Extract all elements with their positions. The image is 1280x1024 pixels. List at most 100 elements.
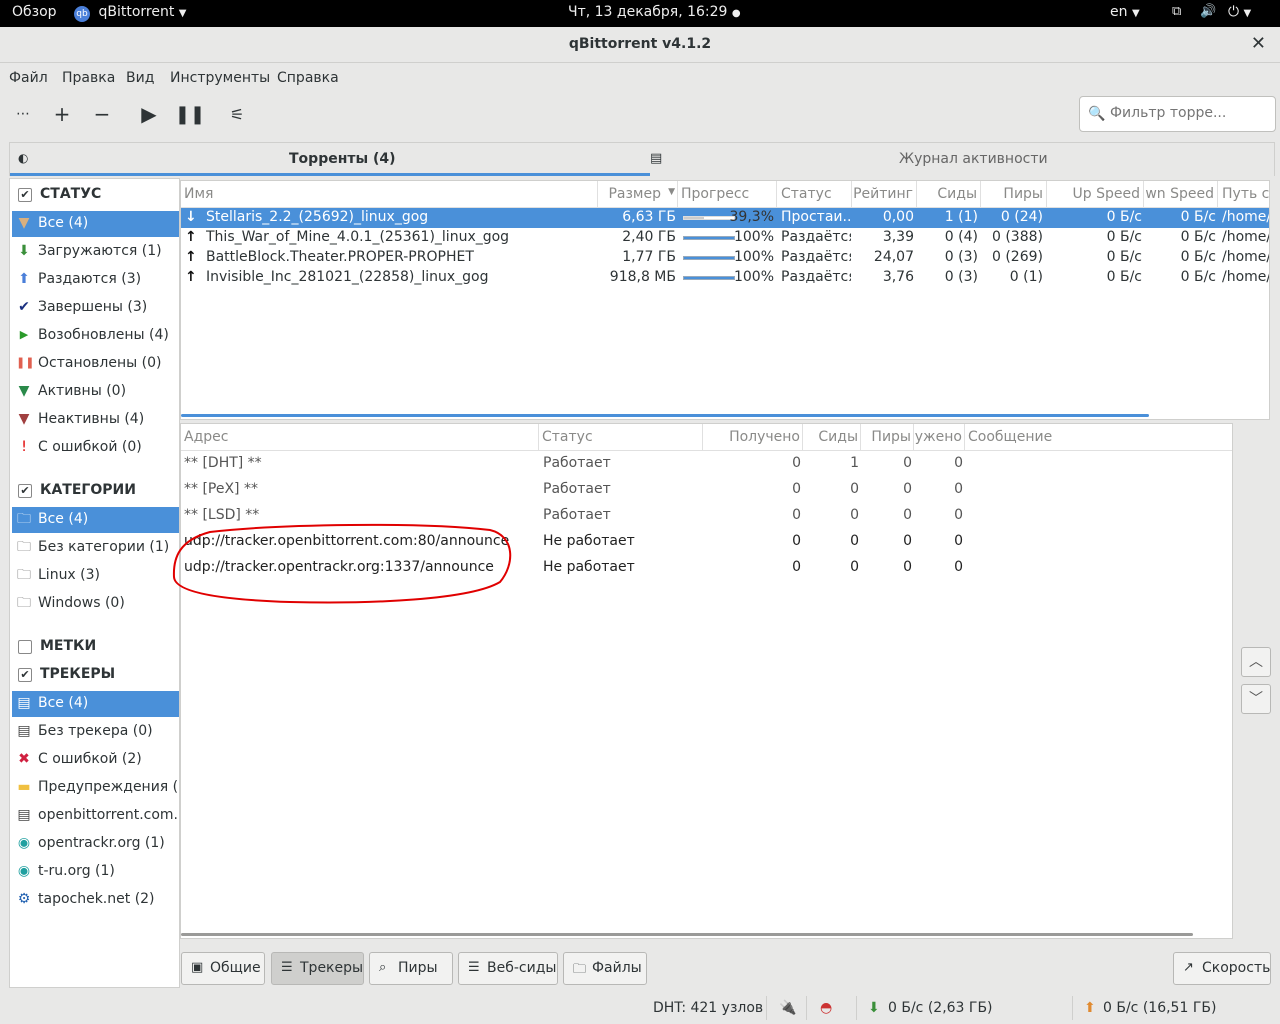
torrent-down-speed: 0 Б/с bbox=[1180, 209, 1216, 225]
sidebar-status-item[interactable]: ❚❚ Остановлены (0) bbox=[12, 351, 179, 377]
col-received[interactable]: Получено bbox=[703, 424, 803, 451]
menu-edit[interactable]: Правка bbox=[62, 70, 115, 86]
tracker-row[interactable]: ** [PeX] ** Работает 0 0 0 0 bbox=[181, 477, 1232, 503]
torrent-seeds: 0 (3) bbox=[944, 249, 978, 265]
tab-general[interactable]: ▣ Общие bbox=[181, 952, 265, 985]
sidebar-tracker-item[interactable]: ⚙ tapochek.net (2) bbox=[12, 887, 179, 913]
torrent-row[interactable]: ↑ BattleBlock.Theater.PROPER-PROPHET 1,77 … bbox=[181, 248, 1269, 268]
sidebar-category-item[interactable]: 🗀 Linux (3) bbox=[12, 563, 179, 589]
torrent-row[interactable]: ↑ This_War_of_Mine_4.0.1_(25361)_linux_go… bbox=[181, 228, 1269, 248]
clock[interactable]: Чт, 13 декабря, 16:29 ● bbox=[568, 4, 741, 20]
network-icon[interactable]: ⧉ bbox=[1172, 4, 1181, 19]
col-tracker-status[interactable]: Статус bbox=[539, 424, 703, 451]
menu-tools[interactable]: Инструменты bbox=[170, 70, 270, 86]
checkbox-unchecked-icon[interactable] bbox=[18, 640, 32, 654]
col-up-speed[interactable]: Up Speed bbox=[1047, 181, 1144, 208]
server-icon: ▤ bbox=[17, 695, 31, 711]
sidebar-tracker-item[interactable]: ▤ Все (4) bbox=[12, 691, 179, 717]
tracker-received: 0 bbox=[792, 481, 801, 497]
options-icon[interactable]: ⚟ bbox=[222, 99, 252, 129]
tracker-seeds: 0 bbox=[850, 559, 859, 575]
col-progress[interactable]: Прогресс bbox=[678, 181, 777, 208]
torrent-path: /home/ bbox=[1222, 229, 1270, 245]
checkbox-checked-icon[interactable]: ✔ bbox=[18, 668, 32, 682]
sidebar-category-item[interactable]: 🗀 Все (4) bbox=[12, 507, 179, 533]
col-tracker-peers[interactable]: Пиры bbox=[861, 424, 914, 451]
col-down-speed[interactable]: wn Speed bbox=[1144, 181, 1218, 208]
torrent-path: /home/ bbox=[1222, 249, 1270, 265]
sidebar-tracker-item[interactable]: ✖ С ошибкой (2) bbox=[12, 747, 179, 773]
resume-icon[interactable]: ▶ bbox=[134, 99, 164, 129]
app-menu[interactable]: qb qBittorrent ▼ bbox=[74, 4, 186, 22]
chevron-up-icon: ︿ bbox=[1249, 654, 1263, 670]
qbittorrent-app-icon: qb bbox=[74, 6, 90, 22]
col-size[interactable]: Размер ▼ bbox=[598, 181, 678, 208]
move-down-button[interactable]: ﹀ bbox=[1241, 684, 1271, 714]
menu-file[interactable]: Файл bbox=[9, 70, 48, 86]
torrent-row[interactable]: ↑ Invisible_Inc_281021_(22858)_linux_gog 9… bbox=[181, 268, 1269, 288]
tab-peers[interactable]: ⌕ Пиры bbox=[369, 952, 453, 985]
upload-speed[interactable]: 0 Б/с (16,51 ГБ) bbox=[1103, 1000, 1216, 1016]
sidebar-status-item[interactable]: ! С ошибкой (0) bbox=[12, 435, 179, 461]
close-icon[interactable]: ✕ bbox=[1251, 33, 1266, 54]
col-tracker-seeds[interactable]: Сиды bbox=[803, 424, 861, 451]
speed-button[interactable]: ↗ Скорость bbox=[1173, 952, 1271, 985]
col-message[interactable]: Сообщение bbox=[965, 424, 1232, 451]
activities-button[interactable]: Обзор bbox=[12, 4, 57, 20]
sidebar-tracker-item[interactable]: ▤ Без трекера (0) bbox=[12, 719, 179, 745]
sidebar-category-item[interactable]: 🗀 Без категории (1) bbox=[12, 535, 179, 561]
sidebar-status-item[interactable]: ▶ Возобновлены (4) bbox=[12, 323, 179, 349]
menu-view[interactable]: Вид bbox=[126, 70, 154, 86]
alt-speed-icon[interactable]: ◓ bbox=[820, 1000, 832, 1016]
sidebar-status-item[interactable]: ▼ Активны (0) bbox=[12, 379, 179, 405]
torrent-peers: 0 (24) bbox=[1000, 209, 1043, 225]
col-address[interactable]: Адрес bbox=[181, 424, 539, 451]
col-downloaded[interactable]: ужено bbox=[914, 424, 965, 451]
col-name[interactable]: Имя bbox=[181, 181, 598, 208]
download-speed[interactable]: 0 Б/с (2,63 ГБ) bbox=[888, 1000, 993, 1016]
tracker-received: 0 bbox=[792, 533, 801, 549]
filter-input-box[interactable]: 🔍 bbox=[1079, 96, 1276, 132]
torrent-progress-label: 100% bbox=[733, 249, 774, 265]
sidebar-status-item[interactable]: ▼ Все (4) bbox=[12, 211, 179, 237]
tab-webseeds[interactable]: ☰ Веб-сиды bbox=[458, 952, 558, 985]
sidebar-tracker-item[interactable]: ▬ Предупреждения (... bbox=[12, 775, 179, 801]
sidebar-status-item[interactable]: ⬇ Загружаются (1) bbox=[12, 239, 179, 265]
horizontal-scrollbar[interactable] bbox=[181, 414, 1149, 417]
sidebar-category-item[interactable]: 🗀 Windows (0) bbox=[12, 591, 179, 617]
add-link-icon[interactable]: ⋯ bbox=[8, 99, 38, 129]
sidebar-status-item[interactable]: ▼ Неактивны (4) bbox=[12, 407, 179, 433]
folder-icon: 🗀 bbox=[17, 539, 31, 555]
log-icon: ▤ bbox=[650, 151, 663, 166]
col-path[interactable]: Путь со bbox=[1218, 181, 1269, 208]
connection-status-icon[interactable]: 🔌 bbox=[779, 1000, 796, 1016]
horizontal-scrollbar[interactable] bbox=[181, 933, 1193, 936]
checkbox-checked-icon[interactable]: ✔ bbox=[18, 484, 32, 498]
sidebar-tracker-item[interactable]: ◉ t-ru.org (1) bbox=[12, 859, 179, 885]
tab-torrents[interactable]: ◐ Торренты (4) bbox=[10, 143, 650, 176]
col-ratio[interactable]: Рейтинг bbox=[852, 181, 917, 208]
pause-icon[interactable]: ❚❚ bbox=[175, 99, 205, 129]
menu-help[interactable]: Справка bbox=[277, 70, 339, 86]
volume-icon[interactable]: 🔊 bbox=[1200, 4, 1216, 19]
add-torrent-icon[interactable]: + bbox=[47, 99, 77, 129]
sidebar-status-item[interactable]: ✔ Завершены (3) bbox=[12, 295, 179, 321]
sidebar-tracker-item[interactable]: ▤ openbittorrent.com... bbox=[12, 803, 179, 829]
col-status[interactable]: Статус bbox=[777, 181, 852, 208]
torrent-row[interactable]: ↓ Stellaris_2.2_(25692)_linux_gog 6,63 ГБ 3… bbox=[181, 208, 1269, 228]
language-indicator[interactable]: en ▼ bbox=[1110, 4, 1140, 20]
col-seeds[interactable]: Сиды bbox=[917, 181, 981, 208]
col-peers[interactable]: Пиры bbox=[981, 181, 1047, 208]
filter-input[interactable] bbox=[1110, 105, 1270, 121]
tab-files[interactable]: 🗀 Файлы bbox=[563, 952, 647, 985]
move-up-button[interactable]: ︿ bbox=[1241, 647, 1271, 677]
sidebar-status-item[interactable]: ⬆ Раздаются (3) bbox=[12, 267, 179, 293]
remove-icon[interactable]: − bbox=[87, 99, 117, 129]
checkbox-checked-icon[interactable]: ✔ bbox=[18, 188, 32, 202]
sidebar-tracker-item[interactable]: ◉ opentrackr.org (1) bbox=[12, 831, 179, 857]
tab-log[interactable]: ▤ Журнал активности bbox=[650, 143, 1274, 176]
tab-trackers[interactable]: ☰ Трекеры bbox=[271, 952, 364, 985]
power-icon[interactable]: ⏻ ▼ bbox=[1228, 4, 1251, 20]
tracker-peers: 0 bbox=[903, 481, 912, 497]
tracker-row[interactable]: ** [DHT] ** Работает 0 1 0 0 bbox=[181, 451, 1232, 477]
